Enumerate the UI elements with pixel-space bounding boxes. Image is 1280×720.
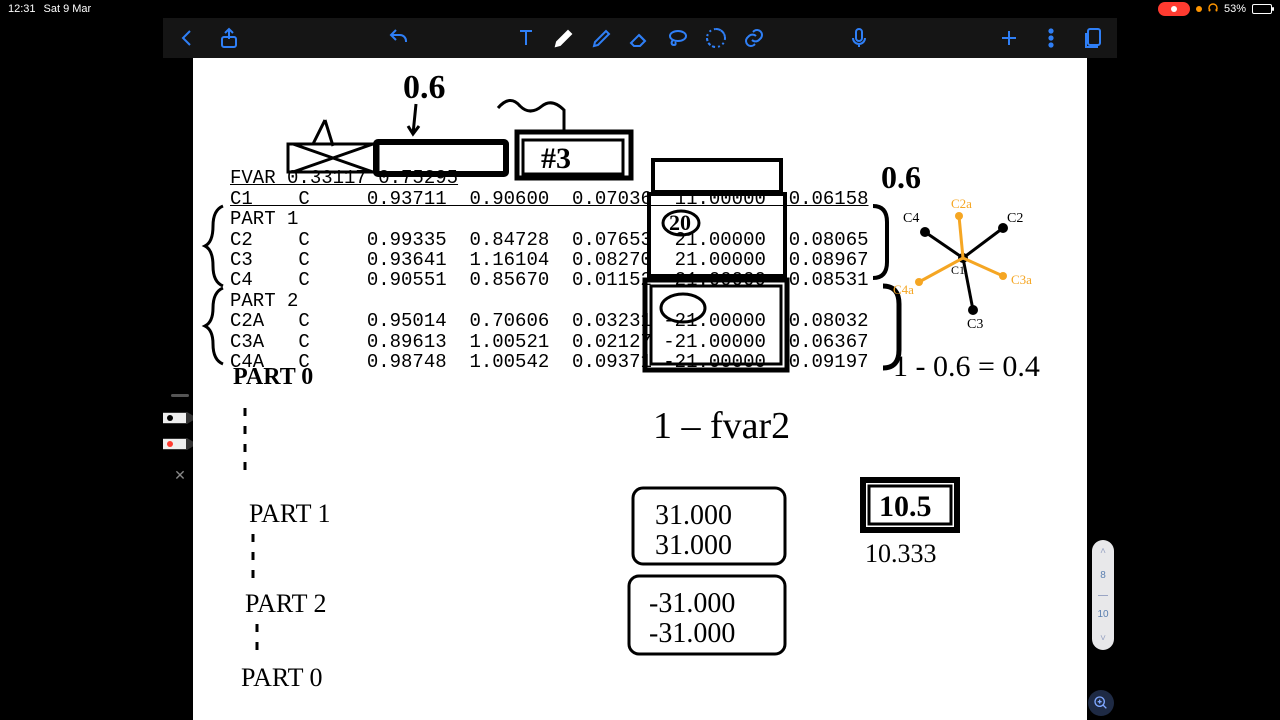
screen-record-pill[interactable]: [1158, 2, 1190, 16]
mic-button[interactable]: [847, 26, 871, 50]
share-button[interactable]: [217, 26, 241, 50]
hand-31-a: 31.000: [655, 500, 732, 531]
svg-text:C4a: C4a: [893, 282, 914, 297]
status-date: Sat 9 Mar: [44, 3, 92, 15]
c3-line: C3 C 0.93641 1.16104 0.08270 21.00000 0.…: [230, 249, 869, 271]
c1-line: C1 C 0.93711 0.90600 0.07036 11.00000 0.…: [230, 188, 869, 210]
chevron-up-icon[interactable]: ˄: [1100, 546, 1106, 557]
page-sep: [1098, 595, 1108, 596]
battery-percent: 53%: [1224, 3, 1246, 15]
hand-0.6-top: 0.6: [403, 69, 446, 106]
pen-black[interactable]: [163, 409, 197, 427]
svg-text:C2a: C2a: [951, 196, 972, 211]
part2-line: PART 2: [230, 290, 298, 312]
c3a-line: C3A C 0.89613 1.00521 0.02127 -21.00000 …: [230, 331, 869, 353]
text-tool-icon[interactable]: [514, 26, 538, 50]
shape-tool-icon[interactable]: [704, 26, 728, 50]
hand-part2-b: PART 2: [245, 589, 327, 618]
svg-text:C3: C3: [967, 317, 983, 332]
pen-tool-icon[interactable]: [552, 26, 576, 50]
page-current: 8: [1100, 570, 1106, 581]
c4-line: C4 C 0.90551 0.85670 0.01152 21.00000 0.…: [230, 269, 869, 291]
svg-text:C4: C4: [903, 211, 919, 226]
c4a-line: C4A C 0.98748 1.00542 0.09371 -21.00000 …: [230, 351, 869, 373]
page-total: 10: [1097, 609, 1108, 620]
hand-neg31-b: -31.000: [649, 618, 735, 649]
link-tool-icon[interactable]: [742, 26, 766, 50]
status-time: 12:31: [8, 3, 36, 15]
c2a-line: C2A C 0.95014 0.70606 0.03231 -21.00000 …: [230, 310, 869, 332]
more-button[interactable]: [1039, 26, 1063, 50]
hand-31-b: 31.000: [655, 530, 732, 561]
zoom-in-button[interactable]: [1088, 690, 1114, 716]
palette-grab-handle[interactable]: [171, 394, 189, 397]
fvar-line: FVAR 0.33117 0.75295: [230, 167, 458, 189]
hand-10.333: 10.333: [865, 539, 937, 568]
battery-icon: [1252, 4, 1272, 14]
note-page[interactable]: FVAR 0.33117 0.75295 C1 C 0.93711 0.9060…: [193, 58, 1087, 720]
app-toolbar: [163, 18, 1117, 58]
highlighter-tool-icon[interactable]: [590, 26, 614, 50]
pages-button[interactable]: [1081, 26, 1105, 50]
orientation-lock-dot: [1196, 6, 1202, 12]
undo-button[interactable]: [387, 26, 411, 50]
palette-close-icon[interactable]: ✕: [174, 467, 186, 484]
pen-red[interactable]: [163, 435, 197, 453]
back-button[interactable]: [175, 26, 199, 50]
hand-fvar-expr: 1 – fvar2: [653, 405, 790, 447]
svg-text:C3a: C3a: [1011, 272, 1032, 287]
part1-line: PART 1: [230, 208, 298, 230]
magnifier-plus-icon: [1093, 695, 1109, 711]
chevron-down-icon[interactable]: ˅: [1100, 633, 1106, 644]
eraser-tool-icon[interactable]: [628, 26, 652, 50]
page-scroll-rail[interactable]: ˄ 8 10 ˅: [1092, 540, 1114, 650]
lasso-tool-icon[interactable]: [666, 26, 690, 50]
hand-part1-b: PART 1: [249, 499, 331, 528]
hand-calc: 1 - 0.6 = 0.4: [893, 350, 1040, 383]
ios-status-bar: 12:31 Sat 9 Mar 53%: [0, 0, 1280, 18]
svg-text:C2: C2: [1007, 211, 1023, 226]
hand-0.6-right: 0.6: [881, 159, 921, 195]
hand-neg31-a: -31.000: [649, 588, 735, 619]
shelx-code-block: FVAR 0.33117 0.75295 C1 C 0.93711 0.9060…: [230, 148, 869, 372]
hand-part0-c: PART 0: [241, 663, 323, 692]
molecule-sketch: C4 C2 C3 C2a C3a C4a C1: [893, 196, 1032, 332]
add-button[interactable]: [997, 26, 1021, 50]
hand-10.5: 10.5: [879, 490, 932, 523]
svg-text:C1: C1: [951, 263, 965, 277]
headphones-icon: [1208, 3, 1218, 16]
c2-line: C2 C 0.99335 0.84728 0.07653 21.00000 0.…: [230, 229, 869, 251]
pen-palette[interactable]: ✕: [163, 390, 197, 484]
